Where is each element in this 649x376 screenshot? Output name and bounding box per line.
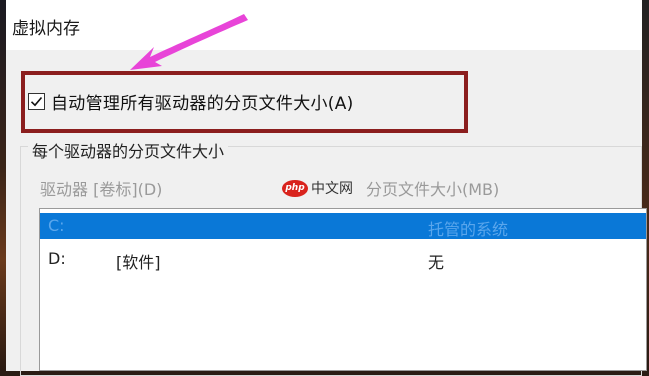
paging-size: 托管的系统 <box>428 220 509 239</box>
title-bar: 虚拟内存 <box>6 0 642 50</box>
drive-label: [软件] <box>116 253 161 272</box>
watermark: php 中文网 <box>282 178 353 198</box>
watermark-logo: php <box>282 179 308 197</box>
auto-manage-label: 自动管理所有驱动器的分页文件大小(A) <box>51 93 354 114</box>
column-header-drive: 驱动器 [卷标](D) <box>40 180 163 199</box>
auto-manage-checkbox-row[interactable]: 自动管理所有驱动器的分页文件大小(A) <box>28 89 354 114</box>
virtual-memory-dialog: 虚拟内存 自动管理所有驱动器的分页文件大小(A) 每个驱动器的分页文件大小 驱动… <box>6 0 647 376</box>
watermark-text: 中文网 <box>311 181 353 197</box>
window-title: 虚拟内存 <box>12 19 80 39</box>
drive-list[interactable]: C: 托管的系统 D: [软件] 无 <box>39 208 647 371</box>
column-header-size: 分页文件大小(MB) <box>366 180 500 199</box>
paging-size: 无 <box>428 253 445 272</box>
list-item[interactable]: D: [软件] 无 <box>40 246 646 272</box>
group-title: 每个驱动器的分页文件大小 <box>28 138 229 162</box>
auto-manage-checkbox[interactable] <box>28 92 45 110</box>
list-item[interactable]: C: 托管的系统 <box>40 213 646 239</box>
drive-letter: C: <box>48 216 65 235</box>
checkmark-icon <box>30 96 43 106</box>
drive-letter: D: <box>48 249 66 268</box>
